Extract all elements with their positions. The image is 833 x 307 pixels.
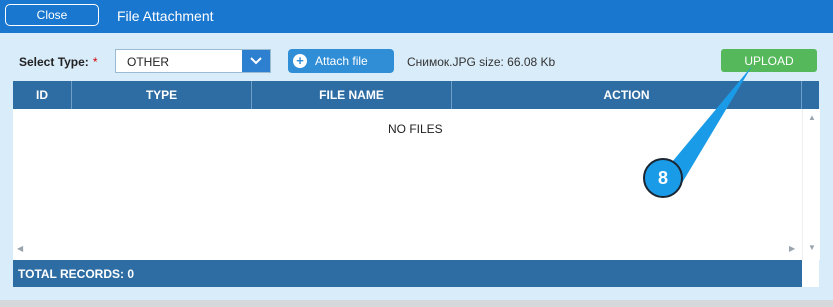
attach-file-button[interactable]: + Attach file — [288, 49, 394, 73]
dialog-title: File Attachment — [117, 8, 214, 24]
column-header-id[interactable]: ID — [13, 81, 72, 109]
column-header-action[interactable]: ACTION — [452, 81, 802, 109]
empty-grid-message: NO FILES — [388, 122, 443, 136]
dialog-titlebar: Close File Attachment — [0, 0, 833, 33]
upload-button[interactable]: UPLOAD — [721, 49, 817, 72]
triangle-down-icon[interactable]: ▼ — [808, 243, 816, 252]
triangle-up-icon[interactable]: ▲ — [808, 113, 816, 122]
plus-circle-icon: + — [293, 54, 307, 68]
vertical-scrollbar[interactable]: ▲ ▼ — [802, 109, 820, 260]
file-attachment-dialog: Close File Attachment Select Type: * OTHE… — [0, 0, 833, 300]
step-callout-number: 8 — [657, 167, 668, 188]
column-header-type[interactable]: TYPE — [72, 81, 252, 109]
close-button[interactable]: Close — [5, 4, 99, 26]
grid-header: ID TYPE FILE NAME ACTION — [13, 81, 819, 109]
required-marker: * — [92, 55, 98, 69]
select-type-label-text: Select Type: — [19, 55, 89, 69]
attachments-grid: ID TYPE FILE NAME ACTION NO FILES ▲ ▼ ◀ … — [13, 81, 820, 287]
attach-file-label: Attach file — [315, 54, 368, 68]
type-select-value: OTHER — [127, 55, 169, 69]
triangle-right-icon[interactable]: ▶ — [789, 244, 795, 253]
chevron-down-icon[interactable] — [242, 50, 270, 72]
grid-footer: TOTAL RECORDS: 0 — [13, 260, 802, 287]
triangle-left-icon[interactable]: ◀ — [17, 244, 23, 253]
horizontal-scrollbar[interactable]: ◀ ▶ — [13, 241, 802, 259]
select-type-label: Select Type: * — [19, 55, 97, 69]
attached-file-info: Снимок.JPG size: 66.08 Kb — [407, 55, 556, 69]
column-header-file-name[interactable]: FILE NAME — [252, 81, 452, 109]
type-select[interactable]: OTHER — [115, 49, 271, 73]
